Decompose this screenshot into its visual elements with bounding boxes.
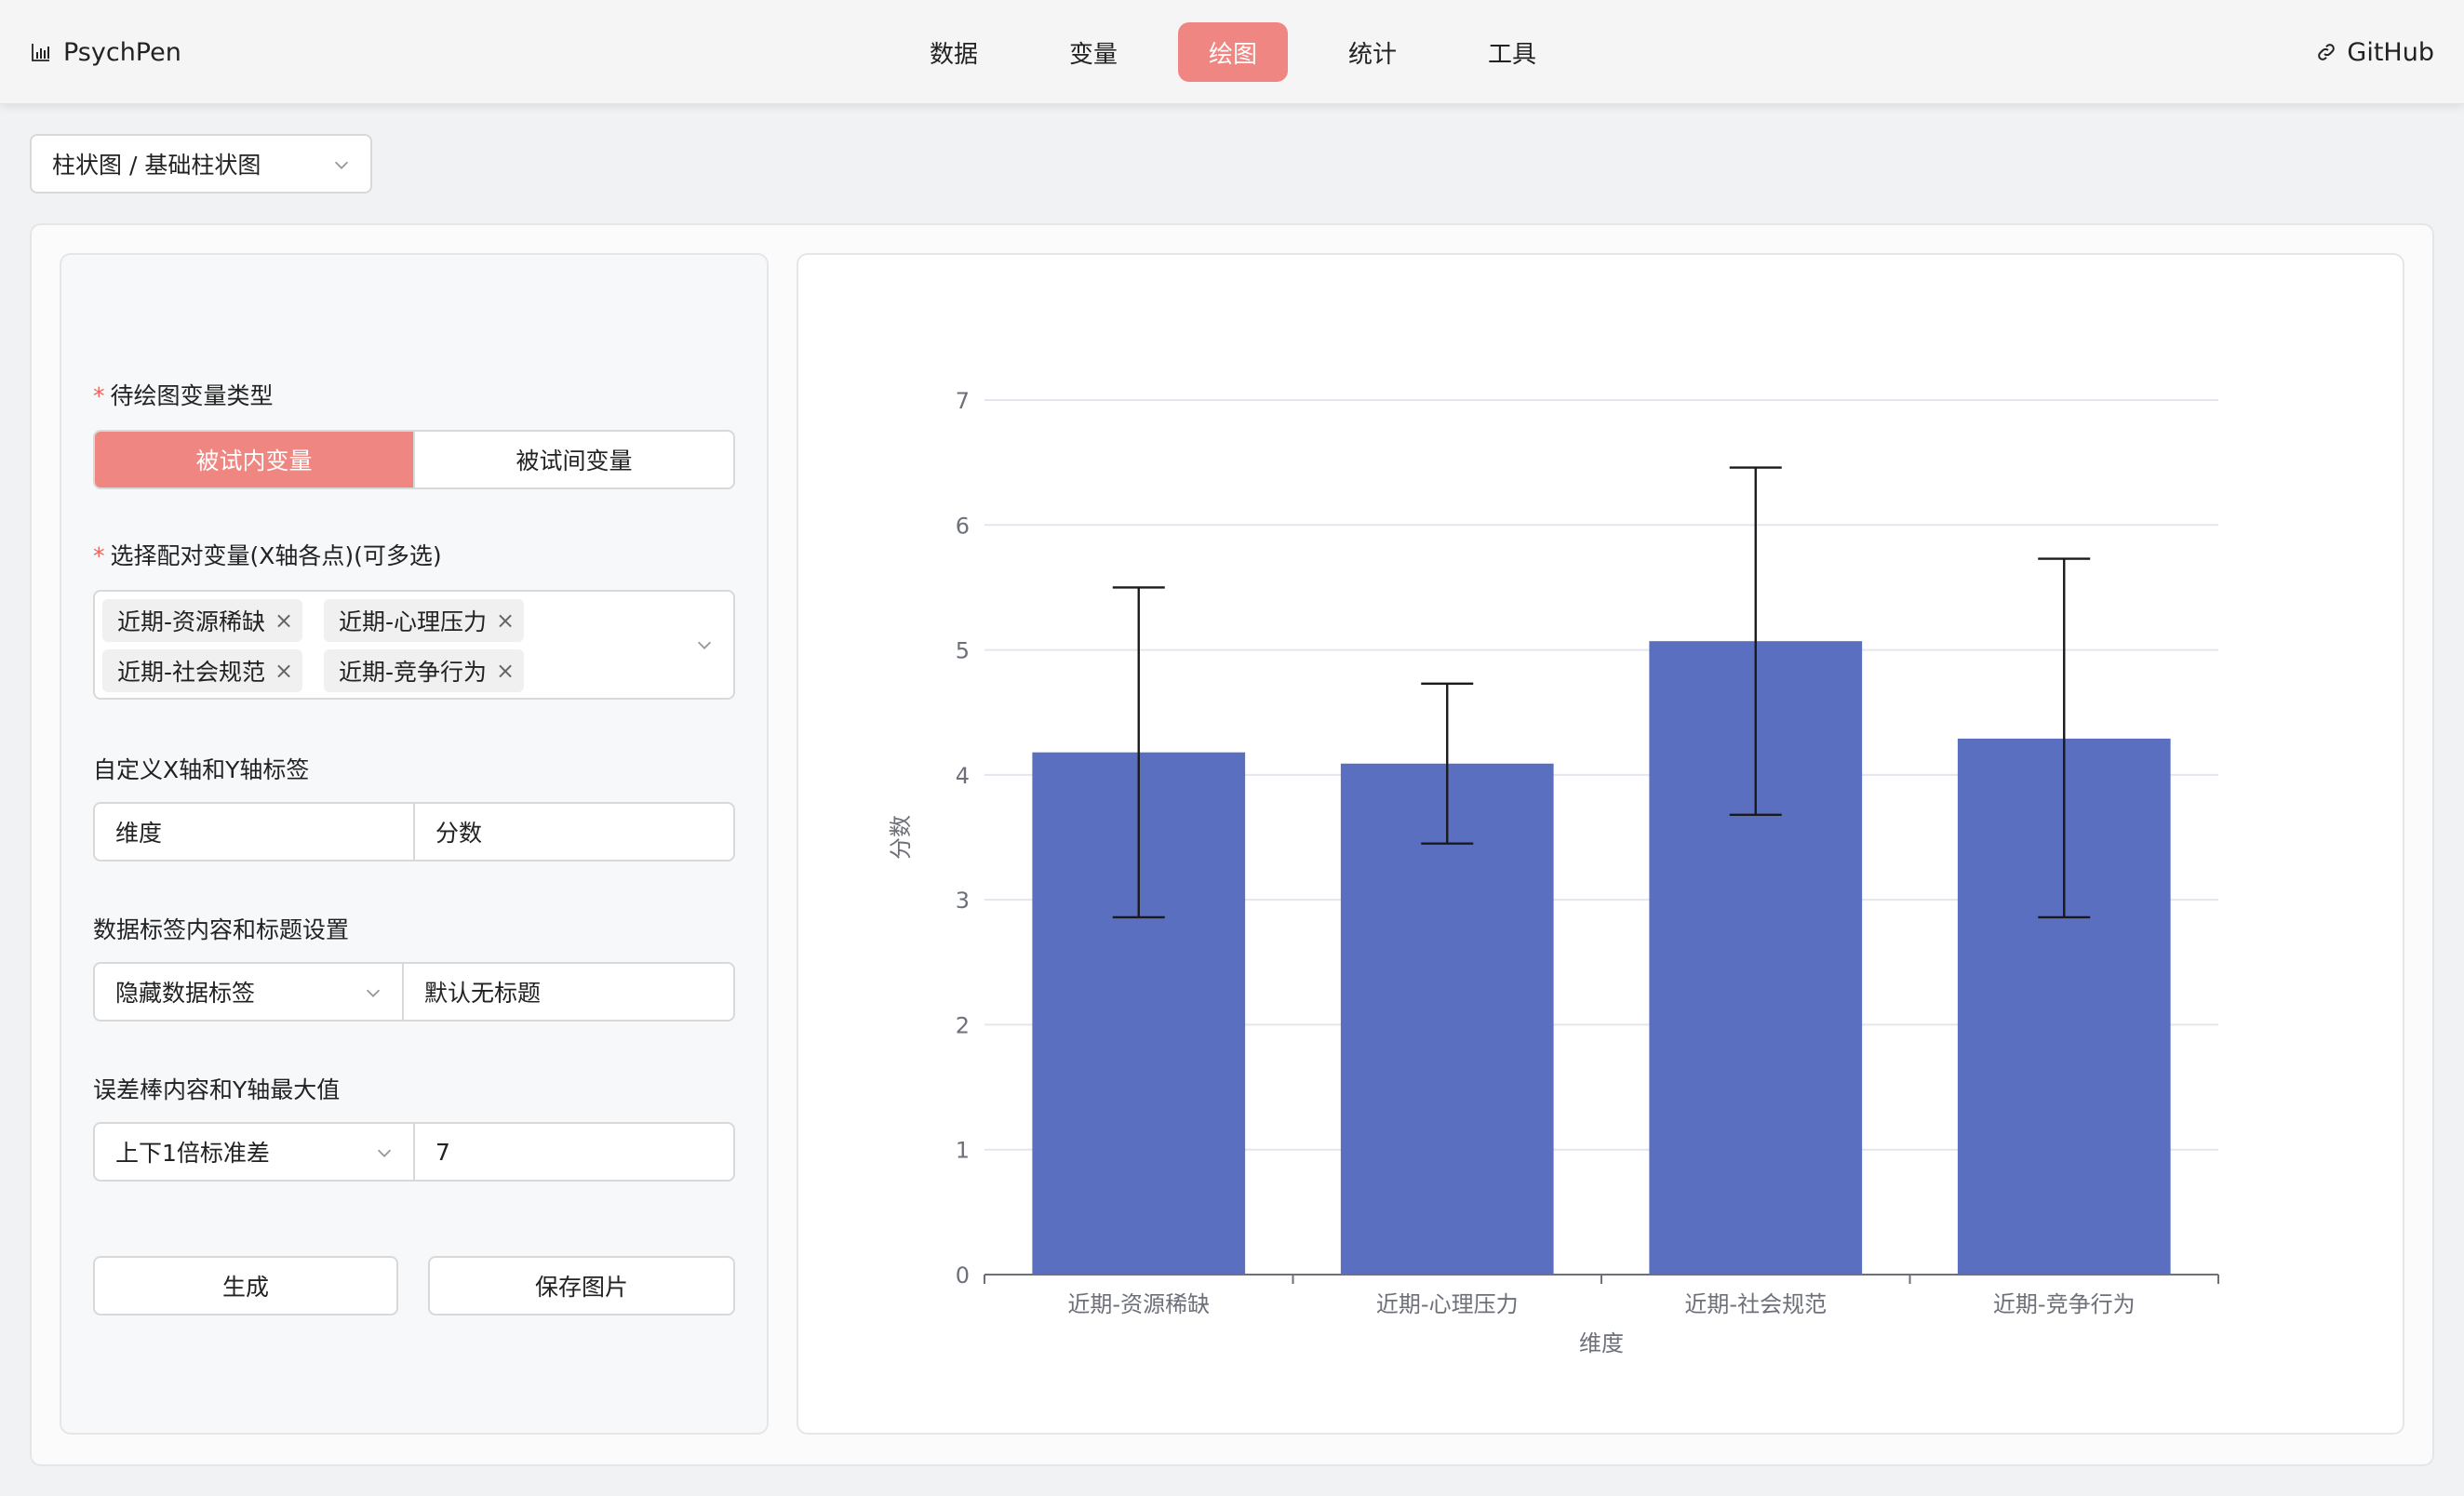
paired-vars-label: 选择配对变量(X轴各点)(可多选) <box>110 542 442 569</box>
nav-tools[interactable]: 工具 <box>1457 22 1567 82</box>
nav-variables[interactable]: 变量 <box>1038 22 1148 82</box>
error-bar-section-label: 误差棒内容和Y轴最大值 <box>93 1076 341 1103</box>
x-axis-title: 维度 <box>1579 1330 1624 1356</box>
chevron-down-icon <box>366 989 381 997</box>
y-tick-label: 4 <box>956 763 970 789</box>
chevron-down-icon <box>377 1149 392 1157</box>
y-tick-label: 1 <box>956 1138 970 1164</box>
chevron-down-icon <box>697 641 712 649</box>
y-tick-label: 0 <box>956 1262 970 1289</box>
y-axis-title: 分数 <box>888 815 914 860</box>
generate-button[interactable]: 生成 <box>93 1256 398 1316</box>
selected-tag: 近期-竞争行为 × <box>324 649 525 692</box>
nav-statistics[interactable]: 统计 <box>1318 22 1427 82</box>
x-tick-label: 近期-竞争行为 <box>1993 1291 2136 1317</box>
selected-tag: 近期-心理压力 × <box>324 599 525 642</box>
chart-panel: 0 1 2 3 4 5 6 7 近期-资源稀缺 近期-心理压力 近期-社会规范 近期-竞争行为维度 分数 <box>797 253 2404 1435</box>
var-type-label-row: * 待绘图变量类型 <box>93 378 274 411</box>
required-mark: * <box>93 542 105 569</box>
y-max-input[interactable]: 7 <box>413 1124 733 1180</box>
required-mark: * <box>93 382 105 409</box>
selected-tag: 近期-社会规范 × <box>102 649 303 692</box>
error-bar-select-value: 上下1倍标准差 <box>115 1140 270 1167</box>
var-type-toggle: 被试内变量 被试间变量 <box>93 430 735 489</box>
error-bar-ymax-inputs: 上下1倍标准差 7 <box>93 1122 735 1182</box>
remove-tag-icon[interactable]: × <box>275 608 293 634</box>
y-tick-label: 5 <box>956 638 970 664</box>
x-axis-label-input[interactable]: 维度 <box>95 804 413 860</box>
paired-vars-label-row: * 选择配对变量(X轴各点)(可多选) <box>93 538 442 571</box>
chart-type-select[interactable]: 柱状图 / 基础柱状图 <box>30 134 372 194</box>
bar-chart: 0 1 2 3 4 5 6 7 近期-资源稀缺 近期-心理压力 近期-社会规范 近期-竞争行为维度 分数 <box>888 388 2219 1356</box>
x-tick-label: 近期-心理压力 <box>1376 1291 1519 1317</box>
within-subject-option[interactable]: 被试内变量 <box>95 432 413 488</box>
y-tick-label: 7 <box>956 388 970 414</box>
data-label-select-value: 隐藏数据标签 <box>115 980 256 1007</box>
main-nav: 数据 变量 绘图 统计 工具 <box>0 22 2464 82</box>
error-bar-select[interactable]: 上下1倍标准差 <box>95 1124 413 1180</box>
tag-label: 近期-心理压力 <box>339 608 488 635</box>
chevron-down-icon <box>334 161 349 169</box>
top-navbar: PsychPen 数据 变量 绘图 统计 工具 GitHub <box>0 0 2464 104</box>
selected-tag: 近期-资源稀缺 × <box>102 599 303 642</box>
remove-tag-icon[interactable]: × <box>275 658 293 684</box>
github-link[interactable]: GitHub <box>2315 33 2434 71</box>
y-axis-label-input[interactable]: 分数 <box>413 804 733 860</box>
chart-title-input[interactable]: 默认无标题 <box>402 964 733 1020</box>
y-tick-label: 2 <box>956 1012 970 1038</box>
tag-label: 近期-资源稀缺 <box>117 608 266 635</box>
tag-label: 近期-竞争行为 <box>339 659 488 686</box>
nav-data[interactable]: 数据 <box>899 22 1009 82</box>
paired-vars-select[interactable]: 近期-资源稀缺 × 近期-心理压力 × 近期-社会规范 × 近期-竞争行为 × <box>93 590 735 700</box>
between-subject-option[interactable]: 被试间变量 <box>413 432 733 488</box>
axis-labels-label: 自定义X轴和Y轴标签 <box>93 756 310 783</box>
x-tick-label: 近期-社会规范 <box>1684 1291 1827 1317</box>
var-type-label: 待绘图变量类型 <box>110 382 274 409</box>
remove-tag-icon[interactable]: × <box>496 608 515 634</box>
data-label-section-label: 数据标签内容和标题设置 <box>93 916 350 943</box>
x-tick-label: 近期-资源稀缺 <box>1067 1291 1210 1317</box>
chart-type-value: 柱状图 / 基础柱状图 <box>52 152 261 179</box>
y-tick-label: 6 <box>956 513 970 539</box>
data-label-select[interactable]: 隐藏数据标签 <box>95 964 402 1020</box>
link-icon <box>2318 44 2336 60</box>
data-label-title-inputs: 隐藏数据标签 默认无标题 <box>93 962 735 1022</box>
save-image-button[interactable]: 保存图片 <box>428 1256 735 1316</box>
tag-label: 近期-社会规范 <box>117 659 266 686</box>
remove-tag-icon[interactable]: × <box>496 658 515 684</box>
axis-labels-inputs: 维度 分数 <box>93 802 735 862</box>
github-label: GitHub <box>2347 37 2434 67</box>
nav-plot[interactable]: 绘图 <box>1178 22 1288 82</box>
y-tick-label: 3 <box>956 888 970 914</box>
